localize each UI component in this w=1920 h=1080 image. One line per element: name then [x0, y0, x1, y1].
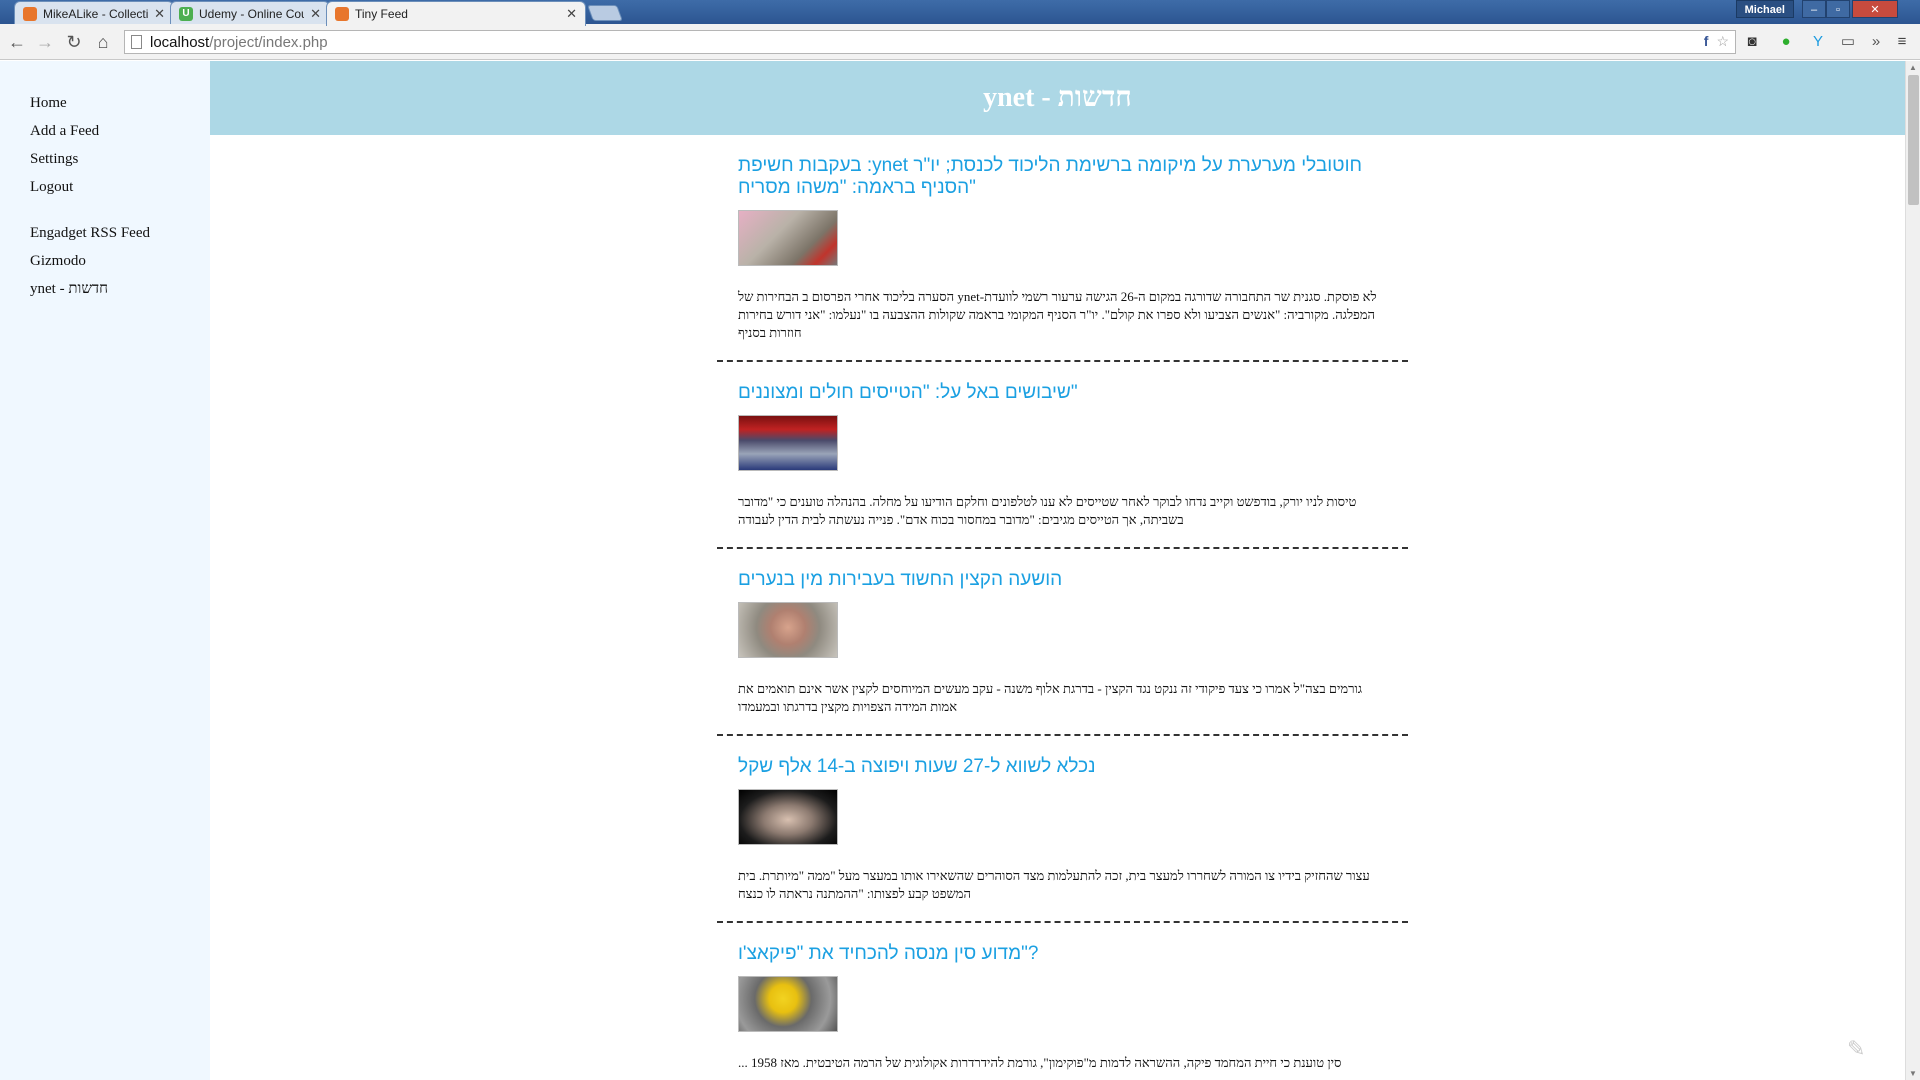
extension-icon[interactable]: Y: [1808, 32, 1828, 52]
page-content: Home Add a Feed Settings Logout Engadget…: [0, 61, 1905, 1080]
menu-icon[interactable]: ≡: [1892, 32, 1912, 52]
close-icon[interactable]: ✕: [310, 6, 321, 22]
article-description: לא פוסקת. סגנית שר התחבורה שדורגה במקום …: [738, 289, 1377, 340]
minimize-icon[interactable]: –: [1802, 0, 1826, 18]
vertical-scrollbar[interactable]: ▲ ▼: [1905, 61, 1920, 1080]
sidebar-item-add-feed[interactable]: Add a Feed: [30, 117, 210, 145]
page-title: ynet - חדשות: [983, 82, 1132, 113]
article-title-link[interactable]: "שיבושים באל על: "הטייסים חולים ומצוננים: [738, 382, 1388, 404]
article-thumbnail[interactable]: [738, 210, 838, 266]
profile-button[interactable]: Michael: [1735, 0, 1794, 18]
more-extensions-icon[interactable]: »: [1866, 32, 1886, 52]
feed-article: ?"מדוע סין מנסה להכחיד את "פיקאצ'ו סין ט…: [717, 923, 1408, 1080]
feed-article: "שיבושים באל על: "הטייסים חולים ומצוננים…: [717, 362, 1408, 549]
new-tab-button[interactable]: [587, 5, 623, 21]
article-description: גורמים בצה"ל אמרו כי צעד פיקודי זה ננקט …: [738, 681, 1363, 714]
feed-article: נכלא לשווא ל-27 שעות ויפוצה ב-14 אלף שקל…: [717, 736, 1408, 923]
sidebar: Home Add a Feed Settings Logout Engadget…: [0, 61, 210, 1080]
sidebar-feed-ynet[interactable]: ynet - חדשות: [30, 275, 210, 303]
url-path: /project/index.php: [209, 33, 328, 51]
reload-icon[interactable]: ↻: [62, 30, 86, 54]
article-description: טיסות לניו יורק, בודפשט וקייב נדחו לבוקר…: [738, 494, 1357, 527]
cast-icon[interactable]: ▭: [1838, 32, 1858, 52]
browser-tab-1[interactable]: MikeALike - Collection - G ✕: [14, 1, 174, 25]
article-thumbnail[interactable]: [738, 976, 838, 1032]
article-description: סין טוענת כי חיית המחמד פיקה, ההשראה לדמ…: [738, 1055, 1342, 1070]
close-icon[interactable]: ✕: [566, 6, 577, 22]
sidebar-item-logout[interactable]: Logout: [30, 173, 210, 201]
back-icon[interactable]: ←: [5, 30, 29, 54]
scroll-thumb[interactable]: [1908, 75, 1919, 205]
browser-toolbar: ← → ↻ ⌂ localhost/project/index.php f ☆ …: [0, 24, 1920, 60]
article-title-link[interactable]: נכלא לשווא ל-27 שעות ויפוצה ב-14 אלף שקל: [738, 756, 1388, 778]
feed-article: הושעה הקצין החשוד בעבירות מין בנערים גור…: [717, 549, 1408, 736]
pencil-icon[interactable]: ✎: [1847, 1036, 1871, 1061]
sidebar-feed-engadget[interactable]: Engadget RSS Feed: [30, 219, 210, 247]
scroll-down-icon[interactable]: ▼: [1909, 1069, 1917, 1078]
home-icon[interactable]: ⌂: [91, 30, 115, 54]
sidebar-item-home[interactable]: Home: [30, 89, 210, 117]
feed-list: חוטובלי מערערת על מיקומה ברשימת הליכוד ל…: [717, 135, 1408, 1080]
tab-favicon-icon: [23, 6, 37, 21]
browser-tab-3-active[interactable]: Tiny Feed ✕: [326, 1, 586, 26]
window-close-icon[interactable]: ✕: [1852, 0, 1898, 18]
pocket-icon[interactable]: ◙: [1742, 32, 1762, 52]
url-host: localhost: [150, 33, 210, 51]
forward-icon[interactable]: →: [33, 30, 57, 54]
page-icon: [131, 35, 142, 49]
feed-article: חוטובלי מערערת על מיקומה ברשימת הליכוד ל…: [717, 135, 1408, 362]
facebook-icon[interactable]: f: [1704, 33, 1709, 50]
scroll-up-icon[interactable]: ▲: [1909, 63, 1917, 72]
tab-title: Tiny Feed: [355, 7, 408, 21]
sidebar-feed-gizmodo[interactable]: Gizmodo: [30, 247, 210, 275]
article-description: עצור שהחזיק בידיו צו המורה לשחררו למעצר …: [738, 868, 1370, 901]
sidebar-item-settings[interactable]: Settings: [30, 145, 210, 173]
tab-favicon-icon: U: [179, 6, 193, 21]
close-icon[interactable]: ✕: [154, 6, 165, 22]
maximize-icon[interactable]: ▫: [1826, 0, 1850, 18]
feed-header: ynet - חדשות: [210, 61, 1905, 135]
article-title-link[interactable]: חוטובלי מערערת על מיקומה ברשימת הליכוד ל…: [738, 155, 1388, 199]
article-title-link[interactable]: הושעה הקצין החשוד בעבירות מין בנערים: [738, 569, 1388, 591]
evernote-icon[interactable]: ●: [1776, 32, 1796, 52]
browser-tab-2[interactable]: U Udemy - Online Courses f ✕: [170, 1, 330, 25]
address-bar[interactable]: localhost/project/index.php f ☆: [124, 30, 1736, 54]
article-thumbnail[interactable]: [738, 602, 838, 658]
browser-titlebar: MikeALike - Collection - G ✕ U Udemy - O…: [0, 0, 1920, 26]
article-thumbnail[interactable]: [738, 789, 838, 845]
article-thumbnail[interactable]: [738, 415, 838, 471]
tab-title: Udemy - Online Courses f: [199, 6, 304, 21]
bookmark-star-icon[interactable]: ☆: [1716, 33, 1729, 50]
tab-title: MikeALike - Collection - G: [43, 6, 149, 21]
tab-favicon-icon: [335, 7, 349, 21]
article-title-link[interactable]: ?"מדוע סין מנסה להכחיד את "פיקאצ'ו: [738, 943, 1388, 965]
